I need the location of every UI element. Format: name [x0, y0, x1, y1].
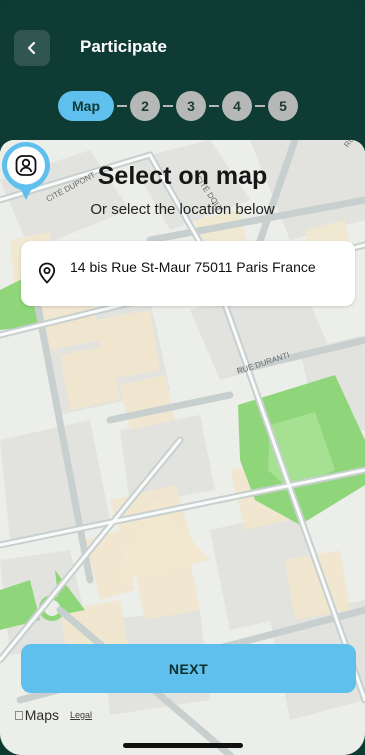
step-2[interactable]: 2 [130, 91, 160, 121]
stepper: Map 2 3 4 5 [58, 91, 298, 121]
next-button[interactable]: NEXT [21, 644, 356, 693]
user-location-icon[interactable] [0, 140, 52, 202]
step-connector [117, 105, 127, 107]
home-indicator [123, 743, 243, 748]
step-3[interactable]: 3 [176, 91, 206, 121]
chevron-left-icon [27, 41, 36, 55]
address-field[interactable]: 14 bis Rue St-Maur 75011 Paris France [21, 241, 355, 306]
street-label-ru: RU [342, 140, 356, 149]
apple-maps-logo:  Maps [14, 707, 59, 723]
step-connector [163, 105, 173, 107]
header: Participate Map 2 3 4 5 [0, 0, 365, 140]
step-4[interactable]: 4 [222, 91, 252, 121]
location-pin-icon [38, 262, 56, 284]
maps-attribution: Maps [15, 707, 59, 723]
legal-link[interactable]: Legal [70, 710, 92, 720]
step-map[interactable]: Map [58, 91, 114, 121]
map-view[interactable]: CITÉ DUPONT CITÉ DOLY RUE DURANTI RU Sel… [0, 140, 365, 755]
map-heading: Select on map [97, 162, 268, 190]
map-subheading: Or select the location below [90, 201, 275, 218]
step-5[interactable]: 5 [268, 91, 298, 121]
screen: Participate Map 2 3 4 5 CITÉ DUPONT CITÉ… [0, 0, 365, 755]
step-connector [255, 105, 265, 107]
apple-icon:  [14, 708, 24, 723]
step-connector [209, 105, 219, 107]
page-title: Participate [80, 37, 167, 56]
back-button[interactable] [14, 30, 50, 66]
street-label-rue-duranti: RUE DURANTI [236, 350, 291, 375]
address-text: 14 bis Rue St-Maur 75011 Paris France [70, 259, 316, 275]
